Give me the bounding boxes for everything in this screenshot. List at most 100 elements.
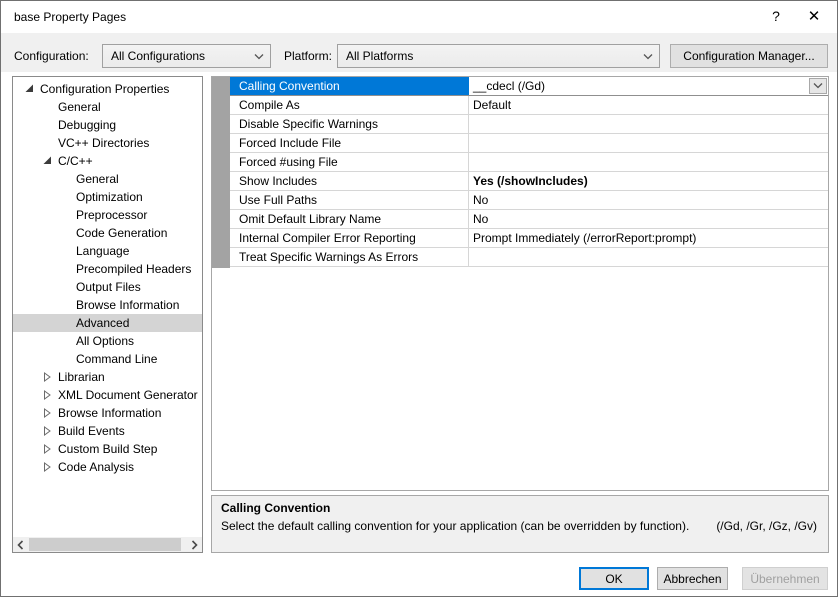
tree-item-preprocessor[interactable]: Preprocessor <box>13 206 202 224</box>
property-value[interactable] <box>469 153 828 171</box>
property-name[interactable]: Forced Include File <box>230 134 469 152</box>
tree-item-vc-directories[interactable]: VC++ Directories <box>13 134 202 152</box>
tree-item-label: General <box>76 172 119 186</box>
property-value[interactable]: Default <box>469 96 828 114</box>
property-name[interactable]: Internal Compiler Error Reporting <box>230 229 469 247</box>
configuration-label: Configuration: <box>14 49 89 63</box>
scroll-right-icon[interactable] <box>187 537 202 552</box>
category-tree: Configuration Properties General Debugging… <box>12 76 203 553</box>
cancel-button[interactable]: Abbrechen <box>657 567 728 590</box>
tree-item-label: Configuration Properties <box>40 82 170 96</box>
platform-select-value: All Platforms <box>346 49 414 63</box>
tree-item-command-line[interactable]: Command Line <box>13 350 202 368</box>
value-dropdown-button[interactable] <box>809 78 827 94</box>
tree-item-label: Command Line <box>76 352 158 366</box>
tree-item-general[interactable]: General <box>13 98 202 116</box>
property-value[interactable]: __cdecl (/Gd) <box>469 77 828 95</box>
tree-item-label: Browse Information <box>58 406 162 420</box>
tree-item-label: VC++ Directories <box>58 136 150 150</box>
platform-select[interactable]: All Platforms <box>337 44 660 68</box>
property-value-text: No <box>473 212 489 226</box>
tree-item-configuration-properties[interactable]: Configuration Properties <box>13 80 202 98</box>
tree-expander-expanded-icon[interactable] <box>25 84 35 94</box>
tree-expander-collapsed-icon[interactable] <box>43 408 53 418</box>
tree-expander-collapsed-icon[interactable] <box>43 426 53 436</box>
property-value[interactable]: No <box>469 210 828 228</box>
tree-item-label: Code Analysis <box>58 460 135 474</box>
property-row-internal-compiler-error-reporting[interactable]: Internal Compiler Error Reporting Prompt … <box>230 229 828 248</box>
configuration-select[interactable]: All Configurations <box>102 44 271 68</box>
tree-item-browse-information[interactable]: Browse Information <box>13 296 202 314</box>
tree-item-browse-information[interactable]: Browse Information <box>13 404 202 422</box>
tree-item-output-files[interactable]: Output Files <box>13 278 202 296</box>
tree-item-label: General <box>58 100 101 114</box>
configuration-manager-button[interactable]: Configuration Manager... <box>670 44 828 68</box>
tree-item-code-generation[interactable]: Code Generation <box>13 224 202 242</box>
configuration-select-value: All Configurations <box>111 49 206 63</box>
property-row-treat-specific-warnings-as-errors[interactable]: Treat Specific Warnings As Errors <box>230 248 828 267</box>
apply-button: Übernehmen <box>742 567 828 590</box>
help-panel: Calling Convention Select the default ca… <box>211 495 829 553</box>
help-switches: (/Gd, /Gr, /Gz, /Gv) <box>716 519 817 533</box>
ok-button[interactable]: OK <box>579 567 649 590</box>
property-value[interactable]: No <box>469 191 828 209</box>
scroll-left-icon[interactable] <box>13 537 28 552</box>
property-row-compile-as[interactable]: Compile As Default <box>230 96 828 115</box>
tree-item-xml-document-generator[interactable]: XML Document Generator <box>13 386 202 404</box>
property-value[interactable]: Yes (/showIncludes) <box>469 172 828 190</box>
tree-item-code-analysis[interactable]: Code Analysis <box>13 458 202 476</box>
property-value[interactable] <box>469 134 828 152</box>
property-value-text: Prompt Immediately (/errorReport:prompt) <box>473 231 697 245</box>
configuration-toolbar: Configuration: All Configurations Platfo… <box>1 33 837 72</box>
property-name[interactable]: Use Full Paths <box>230 191 469 209</box>
tree-horizontal-scrollbar[interactable] <box>13 537 202 552</box>
property-name[interactable]: Compile As <box>230 96 469 114</box>
tree-item-label: Optimization <box>76 190 143 204</box>
property-row-forced-include-file[interactable]: Forced Include File <box>230 134 828 153</box>
tree-item-label: Language <box>76 244 130 258</box>
property-name[interactable]: Calling Convention <box>230 77 469 95</box>
chevron-down-icon <box>254 54 264 60</box>
tree-item-all-options[interactable]: All Options <box>13 332 202 350</box>
tree-item-build-events[interactable]: Build Events <box>13 422 202 440</box>
help-icon[interactable]: ? <box>759 1 793 32</box>
tree-item-language[interactable]: Language <box>13 242 202 260</box>
tree-item-debugging[interactable]: Debugging <box>13 116 202 134</box>
tree-expander-collapsed-icon[interactable] <box>43 462 53 472</box>
tree-item-c-c[interactable]: C/C++ <box>13 152 202 170</box>
property-name[interactable]: Forced #using File <box>230 153 469 171</box>
scrollbar-thumb[interactable] <box>29 538 181 551</box>
tree-item-general[interactable]: General <box>13 170 202 188</box>
tree-expander-expanded-icon[interactable] <box>43 156 53 166</box>
property-value[interactable] <box>469 248 828 266</box>
tree-expander-collapsed-icon[interactable] <box>43 390 53 400</box>
property-value[interactable]: Prompt Immediately (/errorReport:prompt) <box>469 229 828 247</box>
tree-item-optimization[interactable]: Optimization <box>13 188 202 206</box>
property-name[interactable]: Omit Default Library Name <box>230 210 469 228</box>
property-row-omit-default-library-name[interactable]: Omit Default Library Name No <box>230 210 828 229</box>
property-value[interactable] <box>469 115 828 133</box>
titlebar: base Property Pages ? ✕ <box>1 1 837 33</box>
chevron-down-icon <box>643 54 653 60</box>
tree-item-label: Advanced <box>76 316 130 330</box>
property-name[interactable]: Show Includes <box>230 172 469 190</box>
tree-item-label: Debugging <box>58 118 117 132</box>
tree-item-custom-build-step[interactable]: Custom Build Step <box>13 440 202 458</box>
tree-item-label: Librarian <box>58 370 105 384</box>
close-icon[interactable]: ✕ <box>797 1 831 32</box>
tree-item-label: Preprocessor <box>76 208 148 222</box>
property-row-disable-specific-warnings[interactable]: Disable Specific Warnings <box>230 115 828 134</box>
property-name[interactable]: Treat Specific Warnings As Errors <box>230 248 469 266</box>
tree-expander-collapsed-icon[interactable] <box>43 444 53 454</box>
property-name[interactable]: Disable Specific Warnings <box>230 115 469 133</box>
property-value-text: Yes (/showIncludes) <box>473 174 588 188</box>
tree-item-librarian[interactable]: Librarian <box>13 368 202 386</box>
tree-expander-collapsed-icon[interactable] <box>43 372 53 382</box>
property-row-use-full-paths[interactable]: Use Full Paths No <box>230 191 828 210</box>
tree-item-advanced[interactable]: Advanced <box>13 314 202 332</box>
property-row-show-includes[interactable]: Show Includes Yes (/showIncludes) <box>230 172 828 191</box>
property-grid: Calling Convention __cdecl (/Gd) Compile A… <box>211 76 829 491</box>
property-row-calling-convention[interactable]: Calling Convention __cdecl (/Gd) <box>230 77 828 96</box>
tree-item-precompiled-headers[interactable]: Precompiled Headers <box>13 260 202 278</box>
property-row-forced-using-file[interactable]: Forced #using File <box>230 153 828 172</box>
